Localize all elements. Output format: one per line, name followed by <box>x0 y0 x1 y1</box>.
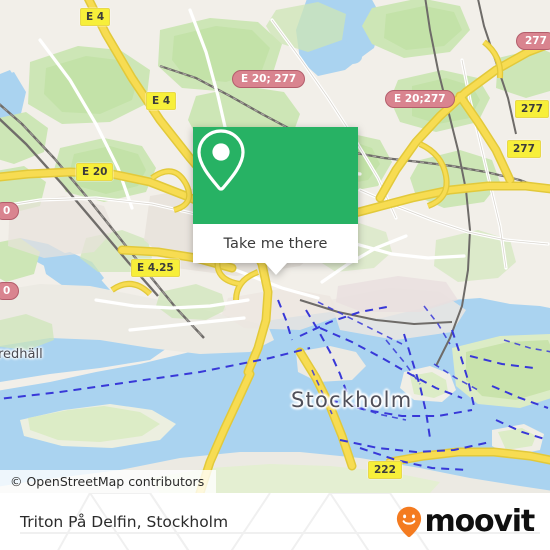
moovit-brand-logo[interactable]: moovit <box>396 503 536 539</box>
road-shield: E 4 <box>80 8 111 26</box>
road-shield: 277 <box>516 32 550 50</box>
road-shield: 222 <box>368 461 402 479</box>
popup-action-area[interactable]: Take me there <box>193 224 358 275</box>
road-shield: 277 <box>515 100 549 118</box>
attribution-text: © OpenStreetMap contributors <box>10 474 205 489</box>
location-title: Triton På Delfin, Stockholm <box>20 512 229 531</box>
road-shield: 277 <box>507 140 541 158</box>
road-shield: 0 <box>0 202 20 220</box>
moovit-wordmark: moovit <box>424 503 536 539</box>
road-shield: E 20 <box>76 163 114 181</box>
footer-bar: Triton På Delfin, Stockholm moovit <box>0 493 550 550</box>
road-shield: E 4.25 <box>131 259 180 277</box>
moovit-smiley-pin-icon <box>396 506 421 537</box>
location-popup-card[interactable]: Take me there <box>193 127 358 275</box>
moovit-map-page: Stockholm redhäll E 4E 4E 20 E 4.25 E 20; … <box>0 0 550 550</box>
popup-pointer-tail <box>264 263 287 275</box>
map-canvas[interactable]: Stockholm redhäll E 4E 4E 20 E 4.25 E 20; … <box>0 0 550 493</box>
osm-attribution[interactable]: © OpenStreetMap contributors <box>0 470 217 493</box>
road-shield: E 4 <box>146 92 177 110</box>
road-shield: 0 <box>0 282 20 300</box>
popup-icon-area <box>193 127 358 224</box>
road-shield: E 20;277 <box>385 90 455 108</box>
road-shield: E 20; 277 <box>232 70 306 88</box>
take-me-there-label: Take me there <box>223 235 328 252</box>
map-pin-icon <box>197 129 245 191</box>
